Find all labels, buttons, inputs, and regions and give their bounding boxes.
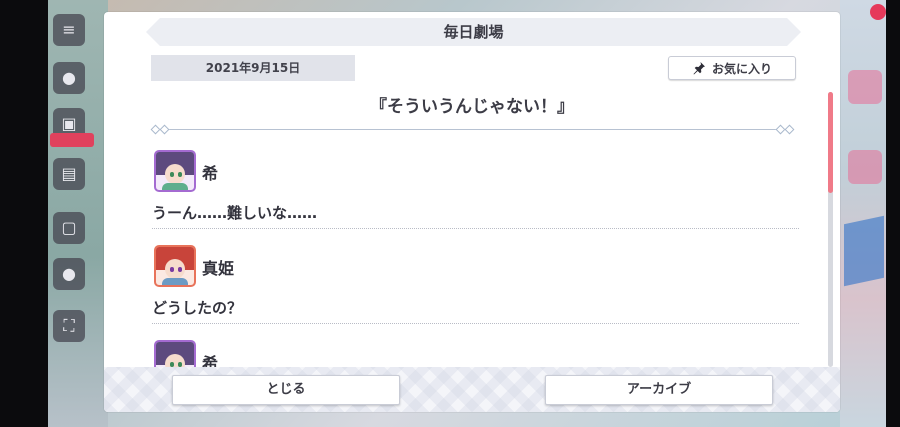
scrollbar-thumb[interactable]: [828, 92, 833, 193]
notification-dot: [870, 4, 886, 20]
story-title: 『そういうんじゃない！』: [370, 97, 574, 117]
speaker-name: 希: [202, 354, 219, 368]
daily-theater-dialog: 毎日劇場 2021年9月15日 お気に入り 『そういうんじゃない！』 希 うーん…: [104, 12, 840, 412]
right-background-panel: [840, 0, 886, 427]
entry-divider: [152, 228, 799, 229]
avatar: [154, 340, 196, 368]
right-chip: [848, 150, 882, 184]
fullscreen-icon[interactable]: ⛶: [53, 310, 85, 342]
chat-icon[interactable]: ●: [53, 62, 85, 94]
right-banner: [844, 215, 884, 287]
close-button[interactable]: とじる: [172, 375, 400, 405]
point-badge: [50, 133, 94, 147]
screen-bezel-right: [886, 0, 900, 427]
entry-divider: [152, 323, 799, 324]
avatar: [154, 245, 196, 287]
dialogue-entry: 希: [144, 332, 799, 368]
favorite-button[interactable]: お気に入り: [668, 56, 796, 80]
dialog-title: 毎日劇場: [146, 18, 801, 46]
right-chip: [848, 70, 882, 104]
screen-bezel-left: [0, 0, 50, 427]
archive-button[interactable]: アーカイブ: [545, 375, 773, 405]
favorite-label: お気に入り: [711, 61, 772, 76]
date-label: 2021年9月15日: [151, 55, 355, 81]
dialogue-entry: 希 うーん……難しいな……: [144, 142, 799, 237]
speaker-name: 真姫: [202, 259, 235, 278]
hamburger-icon[interactable]: ≡: [53, 14, 85, 46]
dialogue-text: うーん……難しいな……: [152, 204, 318, 222]
gift-icon[interactable]: ▤: [53, 158, 85, 190]
title-divider: [150, 124, 795, 135]
screen-icon[interactable]: ▢: [53, 212, 85, 244]
member-icon[interactable]: ●: [53, 258, 85, 290]
dialogue-list[interactable]: 希 うーん……難しいな…… 真姫 どうしたの？ 希: [144, 142, 799, 368]
pin-icon: [693, 62, 705, 75]
dialogue-text: どうしたの？: [152, 299, 243, 317]
speaker-name: 希: [202, 164, 219, 183]
avatar: [154, 150, 196, 192]
dialogue-entry: 真姫 どうしたの？: [144, 237, 799, 332]
